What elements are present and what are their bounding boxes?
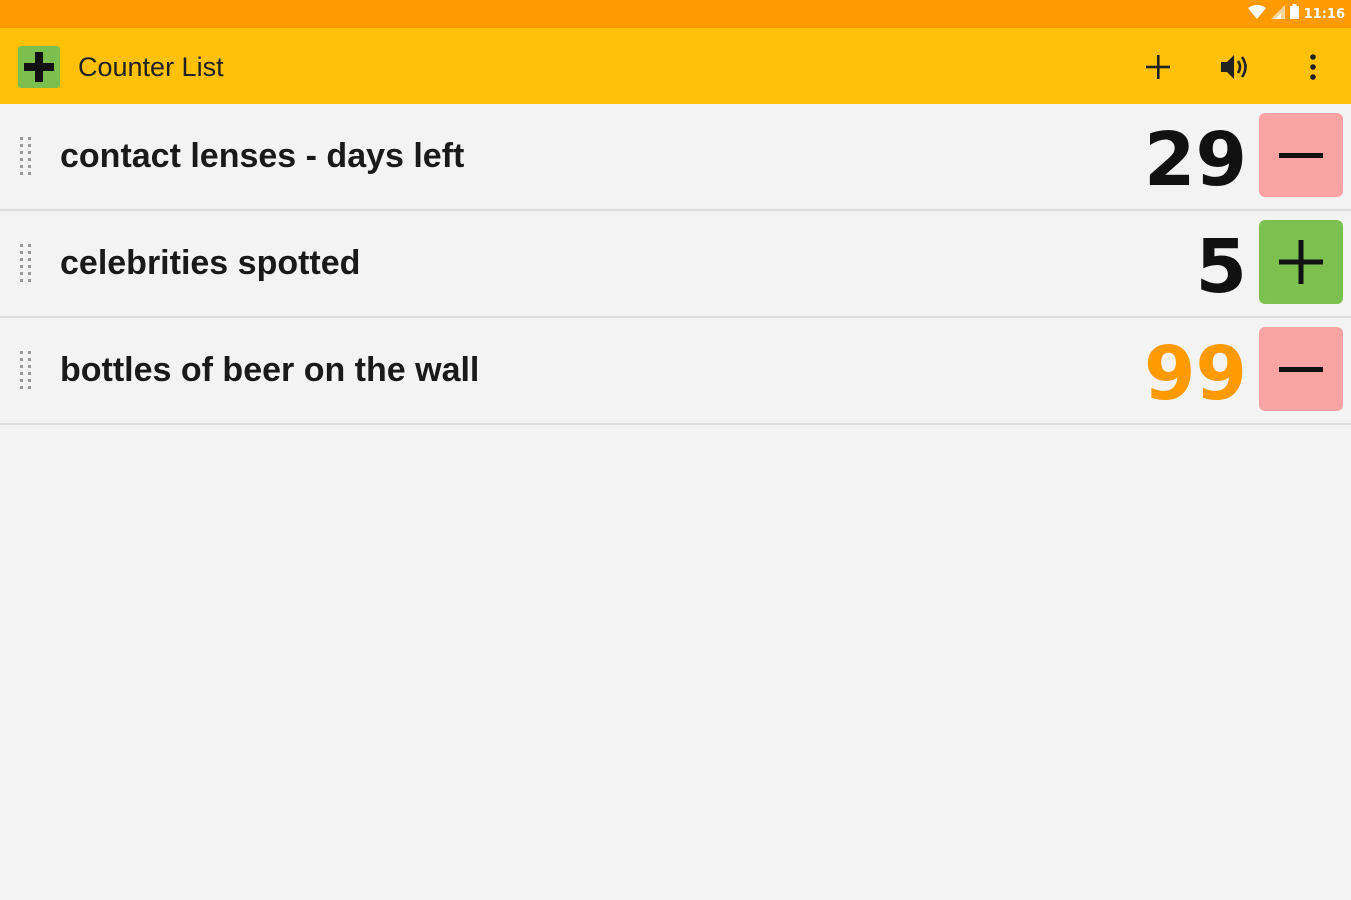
status-icons: 11:16 <box>1247 4 1345 24</box>
status-bar: 11:16 <box>0 0 1351 28</box>
minus-icon <box>1279 367 1323 372</box>
more-vert-icon <box>1310 54 1316 80</box>
battery-icon <box>1289 4 1299 24</box>
counter-label: celebrities spotted <box>60 244 361 282</box>
volume-icon <box>1221 55 1247 79</box>
app-bar: Counter List <box>0 28 1351 104</box>
drag-handle-icon[interactable] <box>19 136 33 176</box>
signal-icon <box>1270 4 1285 24</box>
status-time: 11:16 <box>1303 6 1345 22</box>
counter-label: bottles of beer on the wall <box>60 351 480 389</box>
plus-icon <box>1146 55 1170 79</box>
counter-row[interactable]: bottles of beer on the wall 99 <box>0 318 1351 425</box>
counter-list: contact lenses - days left 29 celebritie… <box>0 104 1351 425</box>
drag-handle-icon[interactable] <box>19 243 33 283</box>
wifi-icon <box>1247 4 1266 24</box>
counter-row[interactable]: contact lenses - days left 29 <box>0 104 1351 211</box>
sound-toggle-button[interactable] <box>1214 46 1256 88</box>
increment-button[interactable] <box>1259 220 1343 304</box>
decrement-button[interactable] <box>1259 113 1343 197</box>
counter-value: 5 <box>1195 224 1248 310</box>
plus-icon <box>1279 240 1323 284</box>
app-logo-icon <box>18 46 60 88</box>
add-counter-button[interactable] <box>1137 46 1179 88</box>
drag-handle-icon[interactable] <box>19 350 33 390</box>
counter-value: 99 <box>1144 331 1247 417</box>
overflow-menu-button[interactable] <box>1292 46 1334 88</box>
counter-value: 29 <box>1144 117 1247 203</box>
decrement-button[interactable] <box>1259 327 1343 411</box>
counter-row[interactable]: celebrities spotted 5 <box>0 211 1351 318</box>
app-title: Counter List <box>78 52 224 82</box>
minus-icon <box>1279 153 1323 158</box>
counter-label: contact lenses - days left <box>60 137 465 175</box>
